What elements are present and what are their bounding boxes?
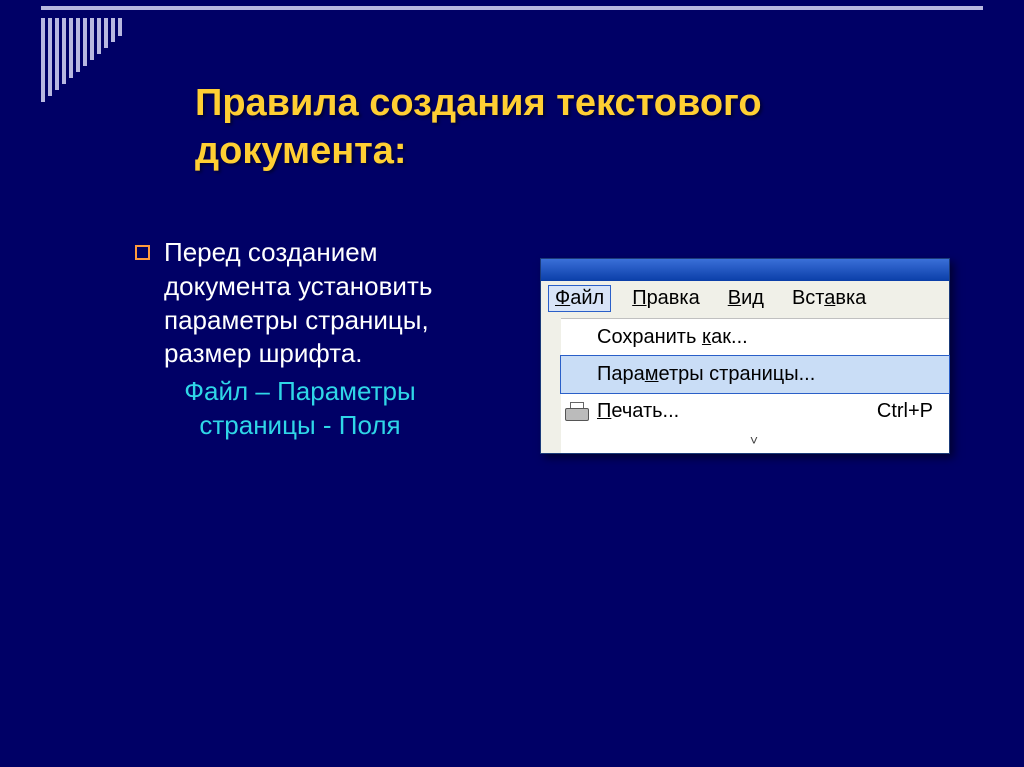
menubar: Файл Правка Вид Вставка [541, 281, 949, 318]
menu-file[interactable]: Файл [548, 285, 611, 312]
highlight-text: Файл – Параметры страницы - Поля [135, 375, 465, 443]
slide-body: Перед созданием документа установить пар… [135, 236, 465, 443]
menu-insert[interactable]: Вставка [792, 287, 866, 310]
menu-item-print[interactable]: Печать... Ctrl+P [561, 393, 949, 430]
printer-icon [565, 402, 589, 422]
bullet-icon [135, 245, 150, 260]
menu-edit[interactable]: Правка [632, 287, 700, 310]
app-window: Файл Правка Вид Вставка Сохранить как...… [540, 258, 950, 454]
top-rule [41, 6, 983, 10]
decorative-stripes [41, 18, 122, 102]
window-titlebar[interactable] [541, 259, 949, 281]
menu-item-page-setup[interactable]: Параметры страницы... [560, 355, 950, 394]
body-text: Перед созданием документа установить пар… [164, 236, 465, 371]
file-dropdown: Сохранить как... Параметры страницы... П… [561, 318, 949, 453]
menu-item-save-as[interactable]: Сохранить как... [561, 319, 949, 356]
menu-view[interactable]: Вид [728, 287, 764, 310]
expand-chevron-icon[interactable]: ˅ [561, 430, 949, 453]
slide-title: Правила создания текстового документа: [195, 80, 964, 175]
shortcut-label: Ctrl+P [847, 400, 933, 423]
